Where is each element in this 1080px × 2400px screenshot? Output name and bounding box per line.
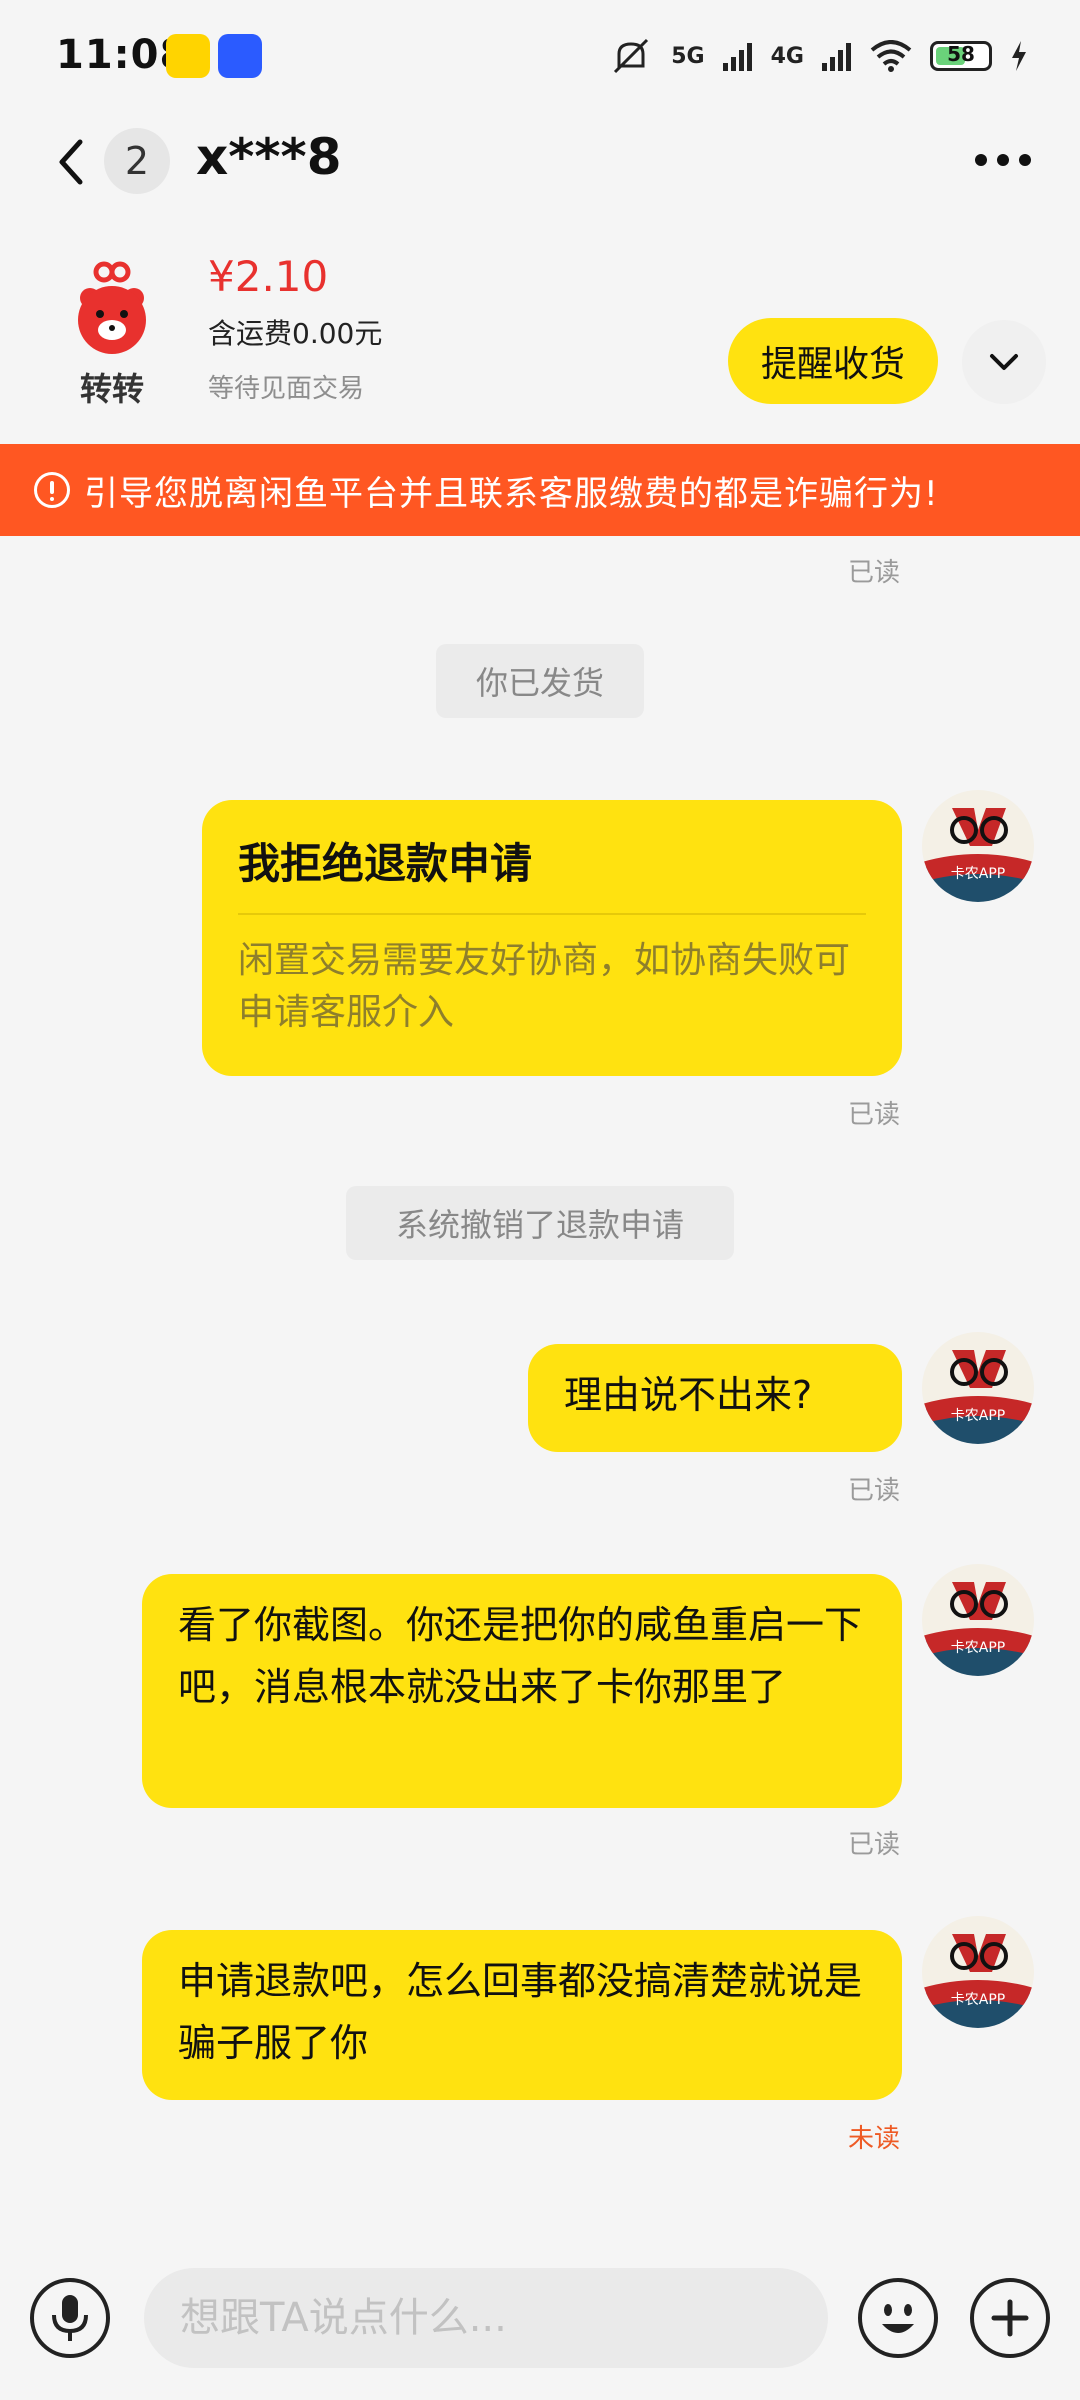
back-icon[interactable] xyxy=(46,132,106,192)
card-description: 闲置交易需要友好协商，如协商失败可申请客服介入 xyxy=(238,940,851,1033)
message-bubble[interactable]: 理由说不出来? xyxy=(528,1344,902,1452)
avatar-image: 卡农APP xyxy=(922,1916,1034,2028)
charging-icon xyxy=(1012,41,1026,71)
avatar-image: 卡农APP xyxy=(922,1564,1034,1676)
emoji-icon xyxy=(882,2304,914,2333)
read-receipt: 已读 xyxy=(848,1100,901,1130)
network-4g-label: 4G xyxy=(770,43,804,69)
platform-name: 转转 xyxy=(79,370,144,408)
svg-text:卡农APP: 卡农APP xyxy=(951,1992,1005,2008)
more-icon[interactable] xyxy=(968,142,1038,178)
signal-icon xyxy=(722,43,752,71)
shipping-fee: 含运费0.00元 xyxy=(208,317,383,350)
expand-order-button[interactable] xyxy=(962,320,1046,404)
item-thumbnail[interactable]: 转转 xyxy=(62,258,162,408)
read-receipt: 已读 xyxy=(848,1476,901,1506)
message-bubble[interactable]: 看了你截图。你还是把你的咸鱼重启一下吧，消息根本就没出来了卡你那里了 xyxy=(142,1574,902,1808)
read-receipt: 已读 xyxy=(848,558,901,588)
battery-indicator: 58 xyxy=(930,41,992,71)
remind-receipt-button[interactable]: 提醒收货 xyxy=(728,318,938,404)
fraud-warning-banner: 引导您脱离闲鱼平台并且联系客服缴费的都是诈骗行为! xyxy=(0,444,1080,536)
unread-count-badge[interactable]: 2 xyxy=(104,128,170,194)
notification-app-icon-2 xyxy=(218,34,262,78)
wifi-icon xyxy=(870,40,912,72)
more-actions-button[interactable] xyxy=(970,2278,1050,2358)
svg-text:卡农APP: 卡农APP xyxy=(951,866,1005,882)
message-bubble[interactable]: 申请退款吧，怎么回事都没搞清楚就说是骗子服了你 xyxy=(142,1930,902,2100)
emoji-button[interactable] xyxy=(858,2278,938,2358)
avatar-image: 卡农APP xyxy=(922,790,1034,902)
mic-icon xyxy=(52,2295,88,2341)
refund-rejection-card[interactable]: 我拒绝退款申请 闲置交易需要友好协商，如协商失败可申请客服介入 xyxy=(202,800,902,1076)
svg-text:卡农APP: 卡农APP xyxy=(951,1640,1005,1656)
warning-icon xyxy=(34,472,70,508)
voice-input-button[interactable] xyxy=(30,2278,110,2358)
svg-text:卡农APP: 卡农APP xyxy=(951,1408,1005,1424)
message-input[interactable] xyxy=(144,2268,828,2368)
read-receipt: 已读 xyxy=(848,1830,901,1860)
network-5g-label: 5G xyxy=(671,43,705,69)
item-price: ¥2.10 xyxy=(208,252,329,301)
status-indicators: 5G 4G 58 xyxy=(609,34,1028,78)
message-text: 申请退款吧，怎么回事都没搞清楚就说是骗子服了你 xyxy=(178,1959,863,2065)
card-divider xyxy=(238,913,866,915)
message-text: 看了你截图。你还是把你的咸鱼重启一下吧，消息根本就没出来了卡你那里了 xyxy=(178,1603,863,1709)
status-bar: 11:08 5G 4G 58 xyxy=(0,0,1080,120)
unread-receipt: 未读 xyxy=(848,2124,901,2154)
contact-name[interactable]: x***8 xyxy=(196,128,341,186)
system-message: 你已发货 xyxy=(436,644,644,718)
notification-app-icon xyxy=(166,34,210,78)
card-title: 我拒绝退款申请 xyxy=(238,839,533,888)
plus-icon xyxy=(991,2299,1029,2337)
order-status: 等待见面交易 xyxy=(208,374,365,404)
avatar[interactable]: 卡农APP xyxy=(922,1916,1034,2028)
avatar[interactable]: 卡农APP xyxy=(922,1332,1034,1444)
signal-icon-2 xyxy=(822,43,851,71)
message-text: 理由说不出来? xyxy=(564,1373,813,1417)
battery-percent: 58 xyxy=(947,42,975,66)
avatar[interactable]: 卡农APP xyxy=(922,1564,1034,1676)
warning-text: 引导您脱离闲鱼平台并且联系客服缴费的都是诈骗行为! xyxy=(84,473,939,514)
mute-icon xyxy=(614,38,649,74)
avatar[interactable]: 卡农APP xyxy=(922,790,1034,902)
system-message: 系统撤销了退款申请 xyxy=(346,1186,734,1260)
chevron-down-icon xyxy=(990,354,1018,370)
zhuanzhuan-logo xyxy=(78,261,146,354)
avatar-image: 卡农APP xyxy=(922,1332,1034,1444)
